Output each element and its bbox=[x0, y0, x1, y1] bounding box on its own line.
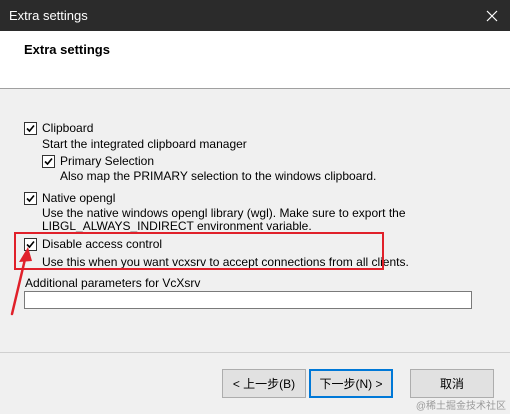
native-opengl-description-line1: Use the native windows opengl library (w… bbox=[42, 206, 406, 220]
parameters-label: Additional parameters for VcXsrv bbox=[25, 276, 201, 290]
annotation-highlight-box bbox=[14, 232, 384, 270]
primary-selection-label[interactable]: Primary Selection bbox=[60, 154, 154, 168]
primary-selection-checkbox[interactable] bbox=[42, 155, 55, 168]
header-panel: Extra settings bbox=[0, 31, 510, 89]
parameters-input[interactable] bbox=[24, 291, 472, 309]
back-button[interactable]: < 上一步(B) bbox=[222, 369, 306, 398]
clipboard-checkbox[interactable] bbox=[24, 122, 37, 135]
close-icon bbox=[486, 10, 498, 21]
native-opengl-label[interactable]: Native opengl bbox=[42, 191, 115, 205]
primary-selection-description: Also map the PRIMARY selection to the wi… bbox=[60, 169, 377, 183]
watermark: @稀土掘金技术社区 bbox=[415, 401, 506, 412]
close-button[interactable] bbox=[474, 0, 510, 31]
native-opengl-description-line2: LIBGL_ALWAYS_INDIRECT environment variab… bbox=[42, 219, 312, 233]
next-button[interactable]: 下一步(N) > bbox=[309, 369, 393, 398]
checkmark-icon bbox=[44, 157, 53, 166]
cancel-button[interactable]: 取消 bbox=[410, 369, 494, 398]
clipboard-label[interactable]: Clipboard bbox=[42, 121, 93, 135]
divider bbox=[0, 352, 510, 353]
checkmark-icon bbox=[26, 124, 35, 133]
clipboard-description: Start the integrated clipboard manager bbox=[42, 137, 247, 151]
window-title: Extra settings bbox=[9, 8, 88, 23]
native-opengl-checkbox[interactable] bbox=[24, 192, 37, 205]
title-bar: Extra settings bbox=[0, 0, 510, 31]
page-heading: Extra settings bbox=[24, 42, 110, 57]
checkmark-icon bbox=[26, 194, 35, 203]
